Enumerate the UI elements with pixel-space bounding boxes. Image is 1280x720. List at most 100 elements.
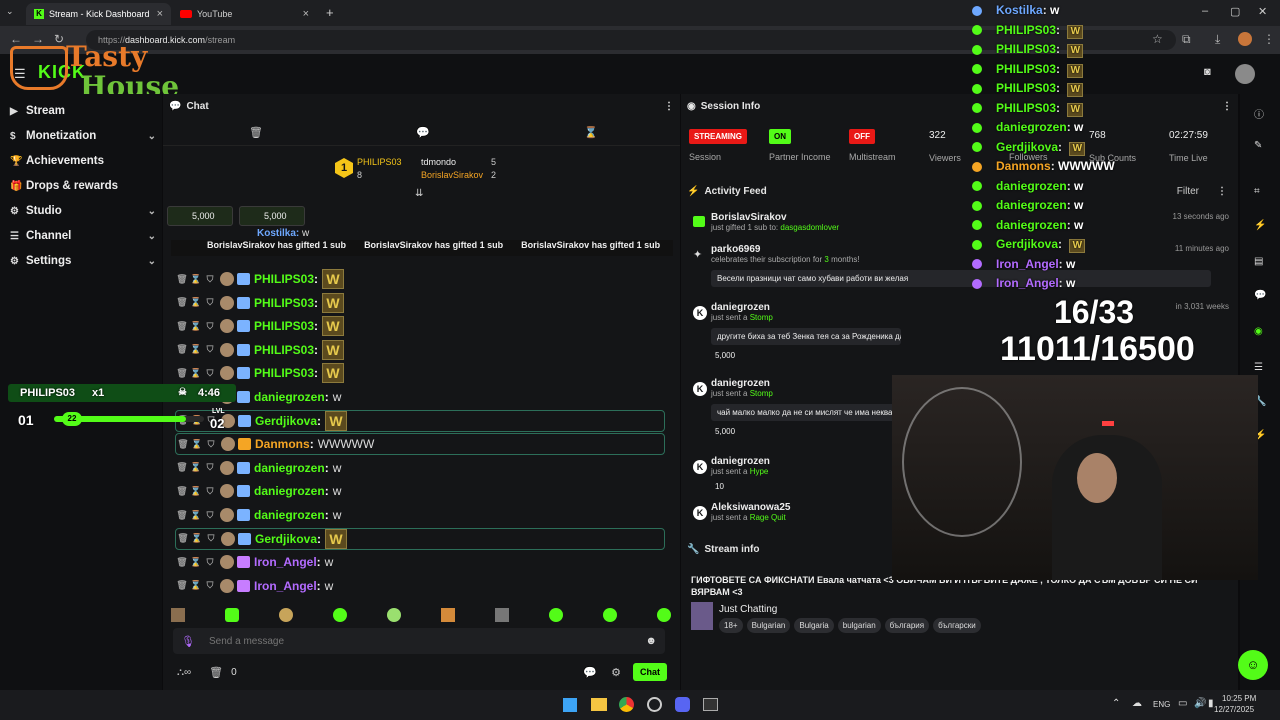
chat-username[interactable]: PHILIPS03	[254, 272, 314, 286]
emote-icon[interactable]	[549, 608, 563, 622]
session-menu-icon[interactable]: ⋮	[1222, 101, 1232, 112]
chat-username[interactable]: daniegrozen	[254, 508, 325, 522]
stream-tag[interactable]: българия	[884, 618, 930, 633]
hourglass-icon[interactable]: ⌛	[584, 126, 598, 139]
chat-username[interactable]: Iron_Angel	[254, 555, 317, 569]
delete-icon[interactable]: 🗑	[175, 557, 189, 568]
browser-icon[interactable]	[647, 697, 662, 712]
chat-menu-icon[interactable]: ⋮	[664, 101, 674, 112]
chat-message[interactable]: 🗑⌛⛉daniegrozen:w	[175, 457, 665, 479]
activity-username[interactable]: BorislavSirakov	[711, 212, 1229, 223]
tab-list-button[interactable]: ⌄	[6, 6, 14, 17]
chat-message[interactable]: 🗑⌛⛉daniegrozen:w	[175, 504, 665, 526]
chat-message[interactable]: 🗑 ⌛ ⛉ PHILIPS03: W	[175, 315, 665, 337]
share-icon[interactable]: ⛬∞	[177, 667, 191, 678]
chat-bubble-icon[interactable]: 💬	[583, 666, 597, 679]
timeout-icon[interactable]: ⌛	[189, 274, 203, 285]
bookmark-star-icon[interactable]: ☆	[1152, 32, 1163, 46]
timeout-icon[interactable]: ⌛	[189, 321, 203, 332]
chat-icon[interactable]: 💬	[416, 126, 430, 139]
close-tab-icon[interactable]: ×	[303, 8, 309, 20]
emote-icon[interactable]	[279, 608, 293, 622]
sidebar-item-stream[interactable]: ▶ Stream	[10, 100, 156, 122]
delete-icon[interactable]: 🗑	[175, 274, 189, 285]
volume-icon[interactable]: 🔊	[1194, 698, 1206, 709]
chat-username[interactable]: Iron_Angel	[254, 579, 317, 593]
stack-icon[interactable]: ☰	[1254, 362, 1263, 373]
chat-username[interactable]: PHILIPS03	[254, 319, 314, 333]
shield-icon[interactable]: ⛉	[203, 274, 217, 285]
chat-message[interactable]: 🗑 ⌛ ⛉ Iron_Angel: w	[175, 575, 665, 597]
kicks-chip[interactable]: 5,000	[239, 206, 305, 226]
stream-tag[interactable]: Bulgaria	[794, 618, 834, 633]
shield-icon[interactable]: ⛉	[204, 439, 218, 450]
timeout-icon[interactable]: ⌛	[190, 533, 204, 544]
message-input[interactable]	[208, 635, 646, 647]
emote-icon[interactable]	[333, 608, 347, 622]
chevron-down-icon[interactable]: ⌄	[148, 206, 156, 217]
chat-username[interactable]: daniegrozen	[254, 461, 325, 475]
taskbar-time[interactable]: 10:25 PM	[1222, 694, 1256, 703]
chat-username[interactable]: PHILIPS03	[254, 366, 314, 380]
shield-icon[interactable]: ⛉	[203, 486, 217, 497]
sidebar-item-drops-rewards[interactable]: 🎁 Drops & rewards	[10, 175, 156, 197]
shield-icon[interactable]: ⛉	[203, 344, 217, 355]
close-tab-icon[interactable]: ×	[157, 8, 163, 20]
battery-icon[interactable]: ▮	[1208, 698, 1214, 709]
chat-message[interactable]: 🗑 ⌛ ⛉ Danmons: WWWWW	[175, 433, 665, 456]
file-explorer-icon[interactable]	[591, 698, 607, 711]
shield-icon[interactable]: ⛉	[203, 297, 217, 308]
chat-message[interactable]: 🗑 ⌛ ⛉ PHILIPS03: W	[175, 339, 665, 361]
timeout-icon[interactable]: ⌛	[189, 510, 203, 521]
sidebar-item-studio[interactable]: ⚙ Studio ⌄	[10, 200, 156, 222]
network-icon[interactable]: ☁	[1132, 698, 1142, 709]
emote-icon[interactable]	[387, 608, 401, 622]
crop-icon[interactable]: ⌗	[1254, 186, 1260, 197]
filter-button[interactable]: Filter	[1177, 186, 1199, 197]
stream-tag[interactable]: български	[933, 618, 981, 633]
display-icon[interactable]: ▭	[1178, 698, 1187, 709]
chat-message[interactable]: 🗑 ⌛ ⛉ PHILIPS03: W	[175, 362, 665, 384]
activity-item[interactable]: BorislavSirakov just gifted 1 sub to: das…	[689, 212, 1229, 232]
terminal-icon[interactable]	[703, 698, 718, 711]
chat-username[interactable]: daniegrozen	[254, 390, 325, 404]
tray-chevron-icon[interactable]: ⌃	[1112, 698, 1120, 709]
trash-icon[interactable]: 🗑	[249, 126, 263, 139]
send-chat-button[interactable]: Chat	[633, 663, 667, 681]
category-thumbnail[interactable]	[691, 602, 713, 630]
language-indicator[interactable]: ENG	[1153, 700, 1170, 709]
emote-icon[interactable]	[225, 608, 239, 622]
user-avatar[interactable]	[1235, 64, 1255, 84]
shield-icon[interactable]: ⛉	[203, 557, 217, 568]
chat-username[interactable]: Danmons	[255, 437, 310, 451]
tab-youtube[interactable]: YouTube ×	[172, 3, 317, 25]
chat-message[interactable]: 🗑⌛⛉daniegrozen:w	[175, 386, 665, 408]
new-tab-button[interactable]: +	[326, 5, 334, 20]
sidebar-item-monetization[interactable]: $ Monetization ⌄	[10, 125, 156, 147]
notes-icon[interactable]: ▤	[1254, 256, 1263, 267]
activity-item[interactable]: ✦ parko6969 celebrates their subscription …	[689, 244, 1229, 287]
broadcast-icon[interactable]: ◉	[1254, 326, 1263, 337]
chat-username[interactable]: PHILIPS03	[254, 296, 314, 310]
chat-message[interactable]: 🗑⌛⛉ Gerdjikova:W	[175, 527, 665, 550]
chat-message[interactable]: 🗑 ⌛ ⛉ PHILIPS03: W	[175, 268, 665, 290]
pencil-icon[interactable]: ✎	[1254, 140, 1262, 151]
kicks-chip[interactable]: 5,000	[167, 206, 233, 226]
maximize-window-button[interactable]: ▢	[1230, 5, 1240, 18]
delete-icon[interactable]: 🗑	[176, 439, 190, 450]
delete-icon[interactable]: 🗑	[175, 344, 189, 355]
microphone-icon[interactable]: 🎙	[181, 635, 195, 648]
timeout-icon[interactable]: ⌛	[189, 344, 203, 355]
chat-username[interactable]: daniegrozen	[254, 484, 325, 498]
activity-username[interactable]: parko6969	[711, 244, 1229, 255]
timeout-icon[interactable]: ⌛	[189, 462, 203, 473]
sidebar-item-settings[interactable]: ⚙ Settings ⌄	[10, 250, 156, 272]
browser-menu-icon[interactable]: ⋮	[1263, 32, 1275, 46]
emoji-picker-icon[interactable]: ☻	[645, 635, 657, 647]
chat-username[interactable]: Gerdjikova	[255, 414, 317, 428]
close-window-button[interactable]: ✕	[1258, 5, 1267, 18]
timeout-icon[interactable]: ⌛	[189, 486, 203, 497]
delete-icon[interactable]: 🗑	[175, 297, 189, 308]
activity-menu-icon[interactable]: ⋮	[1217, 186, 1227, 197]
delete-icon[interactable]: 🗑	[175, 486, 189, 497]
